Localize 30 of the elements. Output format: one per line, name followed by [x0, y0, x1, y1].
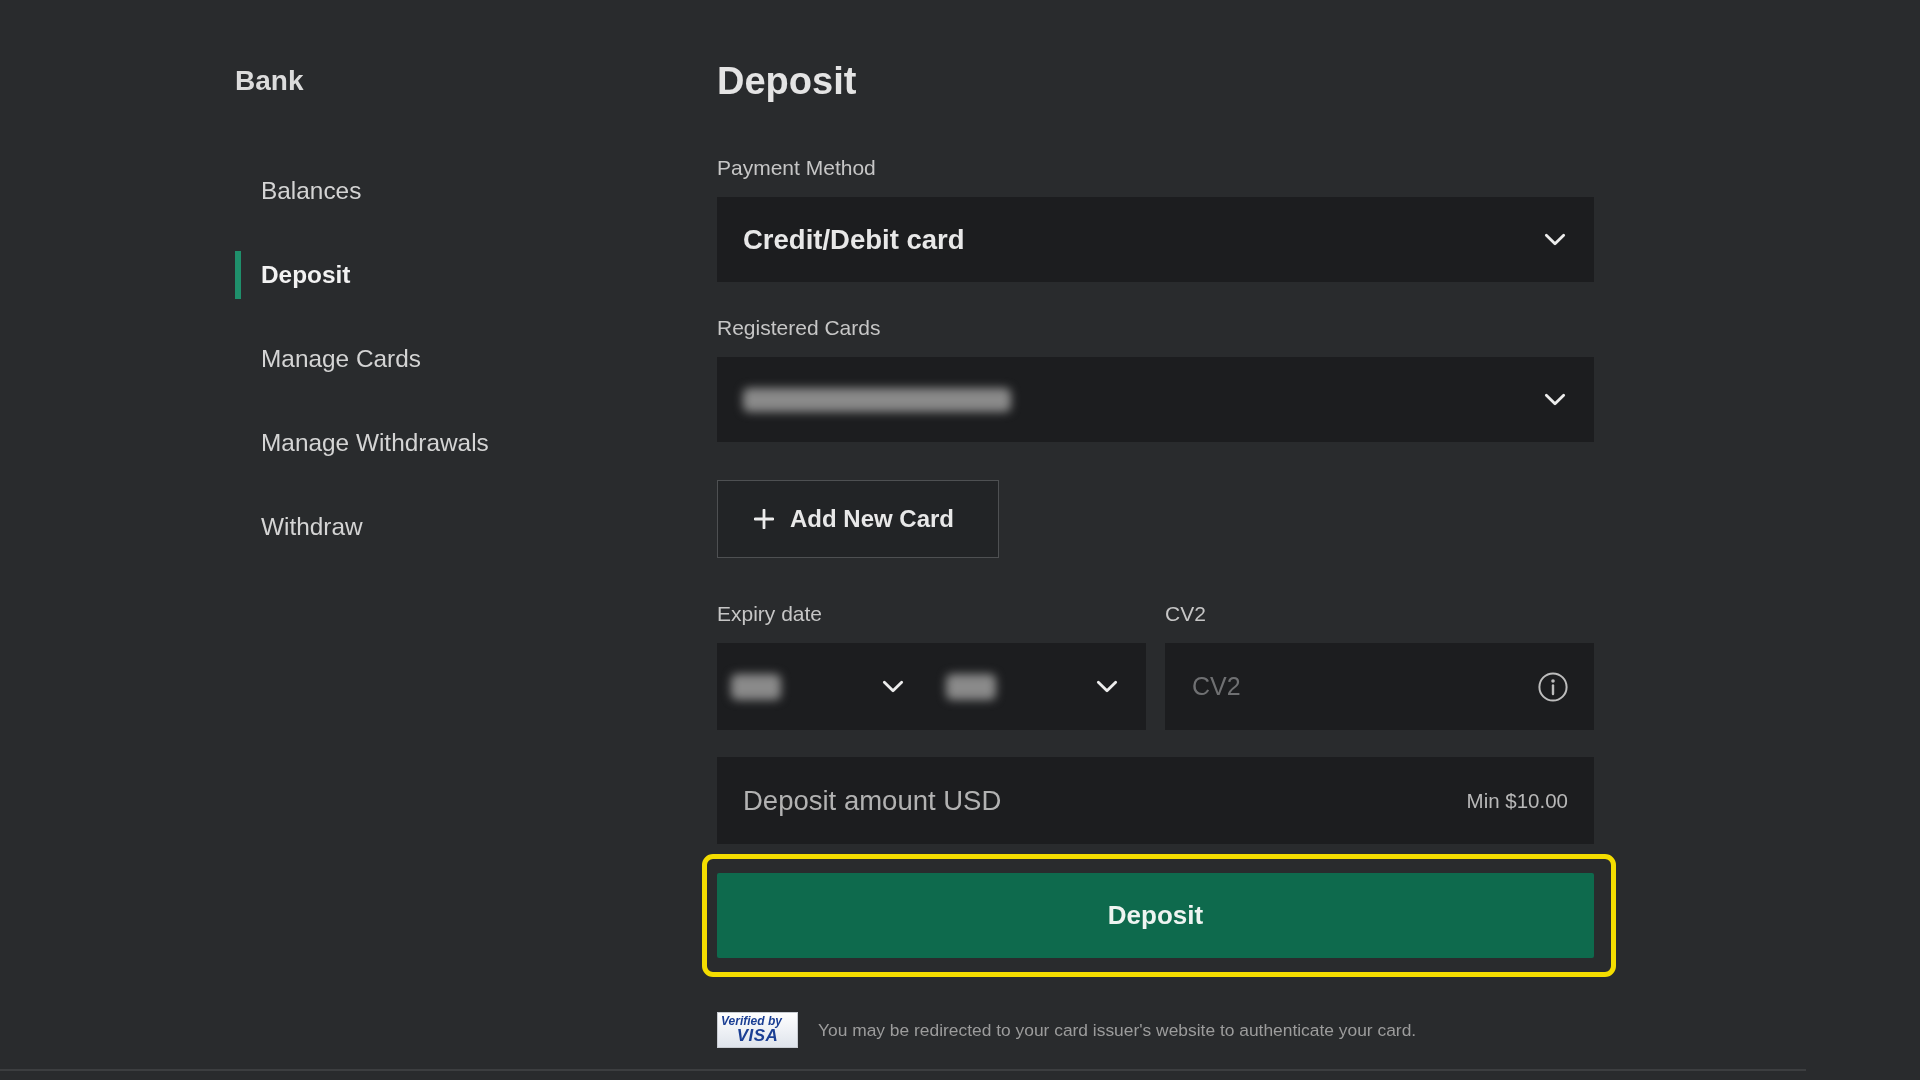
add-new-card-button[interactable]: Add New Card [717, 480, 999, 558]
deposit-amount-field[interactable]: Deposit amount USD Min $10.00 [717, 757, 1594, 844]
info-icon[interactable] [1538, 671, 1568, 702]
plus-icon [754, 509, 774, 529]
field-label: Payment Method [717, 155, 876, 181]
chevron-down-icon [1096, 680, 1118, 693]
registered-cards-select[interactable] [717, 357, 1594, 442]
field-label: Registered Cards [717, 315, 881, 341]
field-label: Expiry date [717, 601, 823, 627]
sidebar-item[interactable]: Withdraw [235, 503, 363, 551]
chevron-down-icon [1544, 393, 1566, 406]
deposit-amount-input[interactable]: Deposit amount USD [743, 780, 1455, 821]
page-title: Deposit [717, 59, 857, 104]
expiry-select[interactable] [717, 643, 932, 730]
verified-card-logo: Verified by VISA [717, 1012, 798, 1048]
cv2-field[interactable]: CV2 [1165, 643, 1594, 730]
sidebar-item[interactable]: Manage Cards [235, 335, 421, 383]
sidebar-item[interactable]: Balances [235, 167, 362, 215]
deposit-button[interactable]: Deposit [717, 873, 1594, 958]
field-label: CV2 [1165, 601, 1206, 627]
chevron-down-icon [881, 680, 904, 693]
payment-method-select[interactable]: Credit/Debit card [717, 197, 1594, 282]
chevron-down-icon [1544, 233, 1566, 246]
expiry-select[interactable] [931, 643, 1146, 730]
sidebar-item[interactable]: Deposit [235, 251, 351, 299]
sidebar-item[interactable]: Manage Withdrawals [235, 419, 489, 467]
redirect-notice: You may be redirected to your card issuer's website to authenticate your card. [818, 1019, 1417, 1041]
sidebar-title: Bank [235, 64, 304, 98]
cv2-input[interactable]: CV2 [1192, 666, 1526, 707]
minimum-amount-hint: Min $10.00 [1466, 788, 1568, 813]
